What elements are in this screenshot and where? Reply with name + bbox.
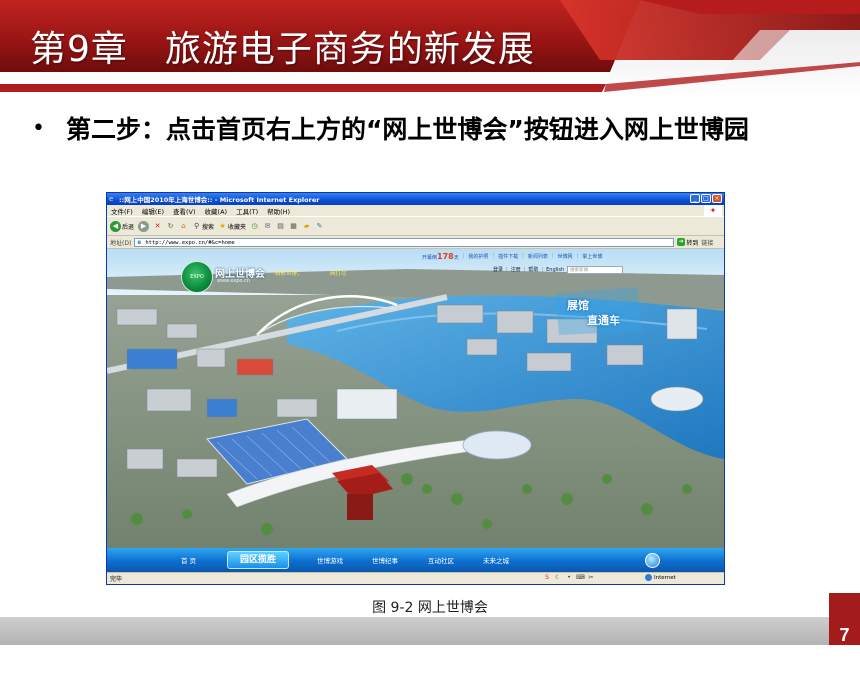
minimize-icon[interactable]: _ [690, 194, 700, 203]
window-controls: _ □ × [690, 194, 722, 203]
slogan-part-2: 网打尽 [330, 271, 347, 277]
stop-icon[interactable]: ✕ [153, 221, 162, 231]
mail-icon[interactable]: ✉ [263, 221, 272, 231]
ime-icon[interactable]: S [543, 574, 551, 582]
folder-icon[interactable]: ▰ [302, 221, 311, 231]
zone-label: Internet [654, 574, 676, 581]
go-arrow-icon: ➜ [677, 238, 686, 246]
link-my-passport[interactable]: 我的护照 [468, 253, 488, 260]
countdown-prefix: 开幕倒 [422, 254, 438, 261]
menu-favorites[interactable]: 收藏(A) [205, 206, 228, 216]
status-text: 完毕 [110, 576, 123, 583]
keyboard-icon[interactable]: ⌨ [576, 574, 585, 582]
internet-zone-icon [645, 574, 652, 581]
menu-help[interactable]: 帮助(H) [267, 206, 290, 216]
expo-logo-icon[interactable]: EXPO [181, 261, 213, 293]
site-search-input[interactable]: 搜索新闻 [567, 265, 624, 274]
site-top-links: 开幕倒178天 | 我的护照 | 插件下载 | 新闻列表 | 世博网 | 掌上世… [422, 251, 603, 261]
menu-edit[interactable]: 编辑(E) [142, 206, 164, 216]
star-icon: ★ [219, 222, 226, 230]
search-button[interactable]: ⚲ 搜索 [192, 221, 214, 231]
pavilion-express-sign-line2[interactable]: 直通车 [587, 312, 620, 328]
chapter-title: 第9章 旅游电子商务的新发展 [30, 29, 535, 70]
countdown-value: 178 [437, 251, 454, 261]
security-zone: Internet [645, 574, 676, 581]
bullet-text: 第二步：点击首页右上方的“网上世博会”按钮进入网上世博园 [66, 115, 749, 144]
link-news-list[interactable]: 新闻列表 [528, 253, 548, 260]
back-button[interactable]: ◀ 后退 [110, 220, 135, 232]
address-bar: 地址(D) http://www.expo.cn/#&c=home ➜ 转到 链… [107, 236, 724, 249]
nav-home[interactable]: 首 页 [181, 555, 196, 565]
edit-icon[interactable]: ▦ [289, 221, 298, 231]
search-icon: ⚲ [193, 222, 200, 230]
page-number: 7 [829, 593, 860, 645]
moon-icon[interactable]: ☾ [554, 574, 562, 582]
expo-park-aerial-image [107, 249, 724, 572]
link-expo-net[interactable]: 世博网 [558, 253, 573, 260]
back-label: 后退 [122, 223, 135, 231]
links-label[interactable]: 链接 [701, 238, 713, 247]
home-icon[interactable]: ⌂ [179, 221, 188, 231]
link-login[interactable]: 登录 [493, 266, 503, 273]
nav-future-city[interactable]: 未来之城 [483, 555, 509, 565]
link-english[interactable]: English [546, 267, 564, 273]
countdown: 开幕倒178天 [422, 252, 459, 261]
browser-window: e ::网上中国2010年上海世博会:: - Microsoft Interne… [106, 192, 725, 585]
link-register[interactable]: 注册 [511, 266, 521, 273]
pavilion-express-sign[interactable]: 展馆 [567, 297, 589, 313]
slide-header: 第9章 旅游电子商务的新发展 [0, 0, 860, 98]
address-input[interactable]: http://www.expo.cn/#&c=home [134, 237, 675, 247]
windows-flag-icon: ✦ [704, 205, 722, 216]
browser-statusbar: 完毕 S ☾ • ⌨ ✂ Internet [107, 572, 724, 584]
ie-logo-icon: e [109, 195, 114, 203]
countdown-suffix: 天 [453, 254, 459, 261]
slogan-part-1: 精彩世博， [275, 271, 303, 277]
back-arrow-icon: ◀ [110, 220, 121, 232]
globe-icon[interactable] [645, 553, 660, 568]
history-icon[interactable]: ◷ [250, 221, 259, 231]
site-main-nav: 首 页 园区揽胜 世博游戏 世博纪事 互动社区 未来之城 [107, 548, 724, 572]
favorites-button[interactable]: ★ 收藏夹 [218, 221, 246, 231]
link-plugin-download[interactable]: 插件下载 [498, 253, 518, 260]
refresh-icon[interactable]: ↻ [166, 221, 175, 231]
expo-webpage: EXPO 网上世博会 www.expo.cn 精彩世博， 网打尽 开幕倒178天… [107, 249, 724, 572]
nav-community[interactable]: 互动社区 [428, 555, 454, 565]
browser-toolbar: ◀ 后退 ▶ ✕ ↻ ⌂ ⚲ 搜索 ★ 收藏夹 ◷ ✉ ▤ ▦ ▰ ✎ [107, 216, 724, 236]
tool-icon[interactable]: ✂ [587, 574, 595, 582]
messenger-icon[interactable]: ✎ [315, 221, 324, 231]
menu-file[interactable]: 文件(F) [111, 206, 133, 216]
slide-footer [0, 617, 860, 645]
browser-menubar: 文件(F) 编辑(E) 查看(V) 收藏(A) 工具(T) 帮助(H) [107, 205, 724, 216]
figure-caption: 图 9-2 网上世博会 [372, 600, 488, 616]
bullet-dot: • [32, 116, 45, 141]
print-icon[interactable]: ▤ [276, 221, 285, 231]
address-label: 地址(D) [110, 239, 132, 247]
browser-titlebar: e ::网上中国2010年上海世博会:: - Microsoft Interne… [107, 193, 724, 205]
site-url: www.expo.cn [217, 278, 250, 284]
nav-expo-games[interactable]: 世博游戏 [317, 555, 343, 565]
nav-expo-chronicle[interactable]: 世博纪事 [372, 555, 398, 565]
nav-park-tour[interactable]: 园区揽胜 [227, 551, 289, 569]
status-tray: S ☾ • ⌨ ✂ [543, 574, 595, 582]
browser-window-title: ::网上中国2010年上海世博会:: - Microsoft Internet … [119, 196, 320, 204]
go-button[interactable]: ➜ 转到 [677, 238, 698, 247]
link-mobile-expo[interactable]: 掌上世博 [582, 253, 602, 260]
go-label: 转到 [686, 239, 699, 247]
menu-view[interactable]: 查看(V) [173, 206, 196, 216]
dot-icon[interactable]: • [565, 574, 573, 582]
menu-tools[interactable]: 工具(T) [236, 206, 258, 216]
close-icon[interactable]: × [712, 194, 722, 203]
favorites-label: 收藏夹 [228, 223, 247, 231]
link-help[interactable]: 帮助 [528, 266, 538, 273]
maximize-icon[interactable]: □ [701, 194, 711, 203]
site-sub-links: 登录 | 注册 | 帮助 | English 搜索新闻 [493, 265, 624, 274]
forward-arrow-icon[interactable]: ▶ [138, 220, 150, 232]
search-label: 搜索 [202, 223, 215, 231]
